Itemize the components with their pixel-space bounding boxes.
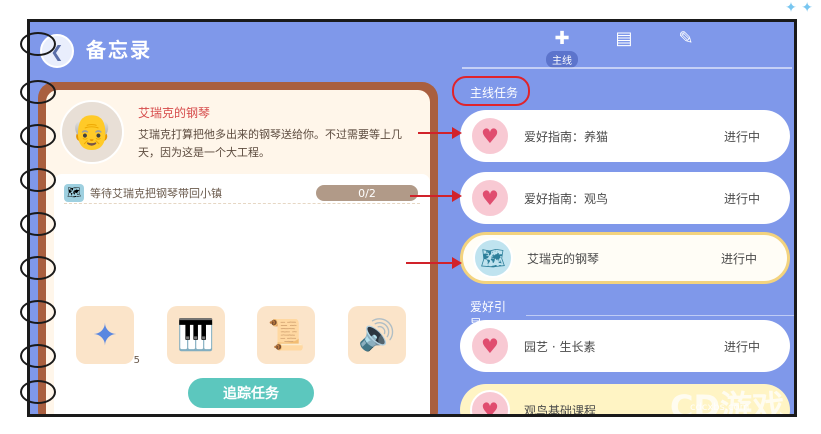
annotation-arrow	[410, 190, 462, 202]
spiral-ring	[20, 300, 56, 324]
quest-item[interactable]: ♥ 园艺 · 生长素 进行中	[460, 320, 790, 372]
quest-status: 进行中	[723, 129, 760, 144]
piano-icon: 🎹	[176, 317, 215, 353]
quest-title: 园艺 · 生长素	[524, 339, 596, 354]
quest-name: 艾瑞克的钢琴	[138, 106, 211, 120]
section-main-quest-label: 主线任务	[470, 86, 519, 100]
section-main-quest: 主线任务	[470, 84, 518, 101]
quest-description: 艾瑞克打算把他多出来的钢琴送给你。不过需要等上几天，因为这是一个大工程。	[138, 128, 402, 159]
tab-divider	[462, 67, 792, 69]
heart-icon: ♥	[470, 326, 510, 366]
hint-icon: ✎	[678, 28, 694, 49]
speaker-icon: 🔊	[358, 317, 396, 353]
spiral-ring	[20, 80, 56, 104]
quest-status: 进行中	[723, 191, 760, 206]
track-quest-button[interactable]: 追踪任务	[186, 376, 316, 410]
app-frame: ❮ 备忘录 ✚ 主线 ▤ ✎ 👴 艾瑞克的钢琴 艾瑞克打算把他多出来的钢琴送给你…	[27, 19, 797, 417]
spiral-ring	[20, 32, 56, 56]
heart-icon: ♥	[470, 390, 510, 414]
tab-main-quest-label: 主线	[546, 51, 578, 68]
reward-piano[interactable]: 🎹	[166, 306, 225, 364]
quest-status: 进行中	[723, 339, 760, 354]
spiral-ring	[20, 168, 56, 192]
watermark-url: cdcxbs.com	[690, 402, 750, 413]
spiral-ring	[20, 344, 56, 368]
tab-notes[interactable]: ▤	[602, 28, 646, 72]
badge-icon: ✦	[92, 317, 118, 353]
heart-icon: ♥	[470, 178, 510, 218]
reward-speaker[interactable]: 🔊	[347, 306, 406, 364]
tab-hint[interactable]: ✎	[664, 28, 708, 72]
task-progress: 0/2	[316, 185, 418, 201]
spiral-ring	[20, 212, 56, 236]
reward-qty: 5	[133, 355, 140, 366]
npc-avatar: 👴	[60, 100, 124, 164]
spiral-ring	[20, 256, 56, 280]
quest-title: 艾瑞克的钢琴	[527, 251, 600, 266]
quest-item[interactable]: ♥ 爱好指南：观鸟 进行中	[460, 172, 790, 224]
annotation-arrow	[418, 127, 462, 139]
quest-title: 爱好指南：养猫	[524, 129, 609, 144]
quest-item-selected[interactable]: 🗺 艾瑞克的钢琴 进行中	[460, 232, 790, 284]
reward-sheet-music[interactable]: 📜	[257, 306, 316, 364]
reward-list: ✦ 5 🎹 📜 🔊	[76, 306, 406, 366]
map-icon: 🗺	[64, 183, 84, 202]
sheet-music-icon: 📜	[267, 317, 305, 353]
spiral-ring	[20, 124, 56, 148]
page-title: 备忘录	[86, 38, 152, 62]
map-icon: 🗺	[473, 238, 513, 278]
quest-detail-panel: 👴 艾瑞克的钢琴 艾瑞克打算把他多出来的钢琴送给你。不过需要等上几天，因为这是一…	[38, 82, 438, 414]
spiral-ring	[20, 380, 56, 404]
task-text: 等待艾瑞克把钢琴带回小镇	[90, 186, 222, 200]
task-row: 🗺 等待艾瑞克把钢琴带回小镇 0/2	[64, 182, 420, 204]
heart-icon: ♥	[470, 116, 510, 156]
quest-item[interactable]: ♥ 爱好指南：养猫 进行中	[460, 110, 790, 162]
reward-badge[interactable]: ✦ 5	[76, 306, 140, 366]
quest-status: 进行中	[720, 251, 757, 266]
quest-detail-paper: 👴 艾瑞克的钢琴 艾瑞克打算把他多出来的钢琴送给你。不过需要等上几天，因为这是一…	[46, 90, 430, 414]
annotation-arrow	[406, 257, 462, 269]
notes-icon: ▤	[615, 28, 633, 49]
quest-title: 爱好指南：观鸟	[524, 191, 609, 206]
tab-main-quest[interactable]: ✚ 主线	[540, 28, 584, 72]
quest-icon: ✚	[554, 28, 570, 49]
section-divider	[525, 314, 794, 316]
corner-decoration-icon: ✦ ✦	[785, 0, 813, 16]
